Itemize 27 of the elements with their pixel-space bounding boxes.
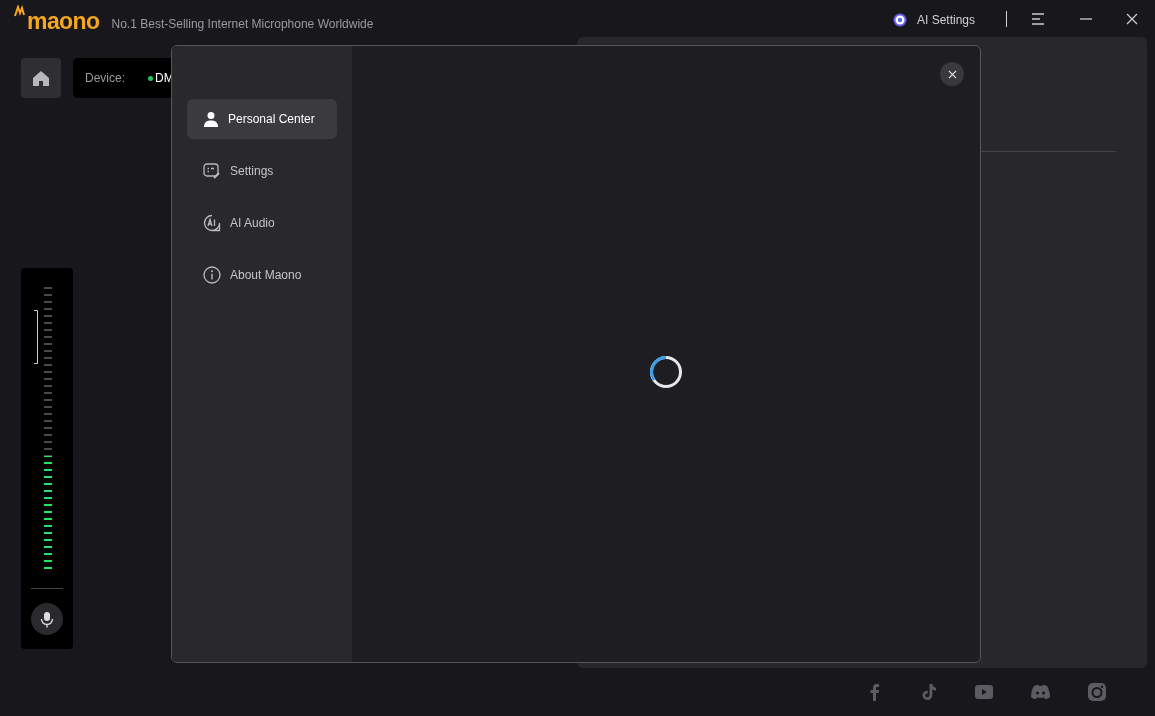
menu-item[interactable]: Personal Center [187, 99, 337, 139]
brand-logo: maono [27, 10, 100, 33]
close-button[interactable] [940, 62, 964, 86]
close-icon[interactable] [1125, 11, 1139, 26]
discord-icon[interactable] [1030, 684, 1051, 700]
ai-settings-button[interactable]: AI Settings [892, 10, 975, 29]
close-icon [947, 69, 957, 79]
ai-logo-icon [892, 12, 907, 27]
ai-chat-icon [203, 214, 221, 232]
microphone-icon [40, 610, 54, 628]
device-label: Device: [85, 70, 125, 87]
home-button[interactable] [21, 58, 61, 98]
person-icon [203, 111, 219, 127]
menu-icon[interactable] [1031, 11, 1045, 26]
menu-item[interactable]: AI Audio [187, 203, 337, 243]
logo-mark-icon [14, 5, 26, 17]
info-icon [203, 266, 221, 284]
tiktok-icon[interactable] [920, 683, 938, 701]
home-icon [32, 69, 50, 87]
menu-item[interactable]: About Maono [187, 255, 337, 295]
camera-icon[interactable] [1087, 682, 1107, 702]
play-icon[interactable] [974, 683, 994, 701]
menu-item[interactable]: Settings [187, 151, 337, 191]
microphone-button[interactable] [31, 603, 63, 635]
range-bracket-icon [34, 310, 38, 364]
tagline: No.1 Best-Selling Internet Microphone Worldwide [111, 15, 374, 33]
settings-icon [203, 162, 221, 180]
